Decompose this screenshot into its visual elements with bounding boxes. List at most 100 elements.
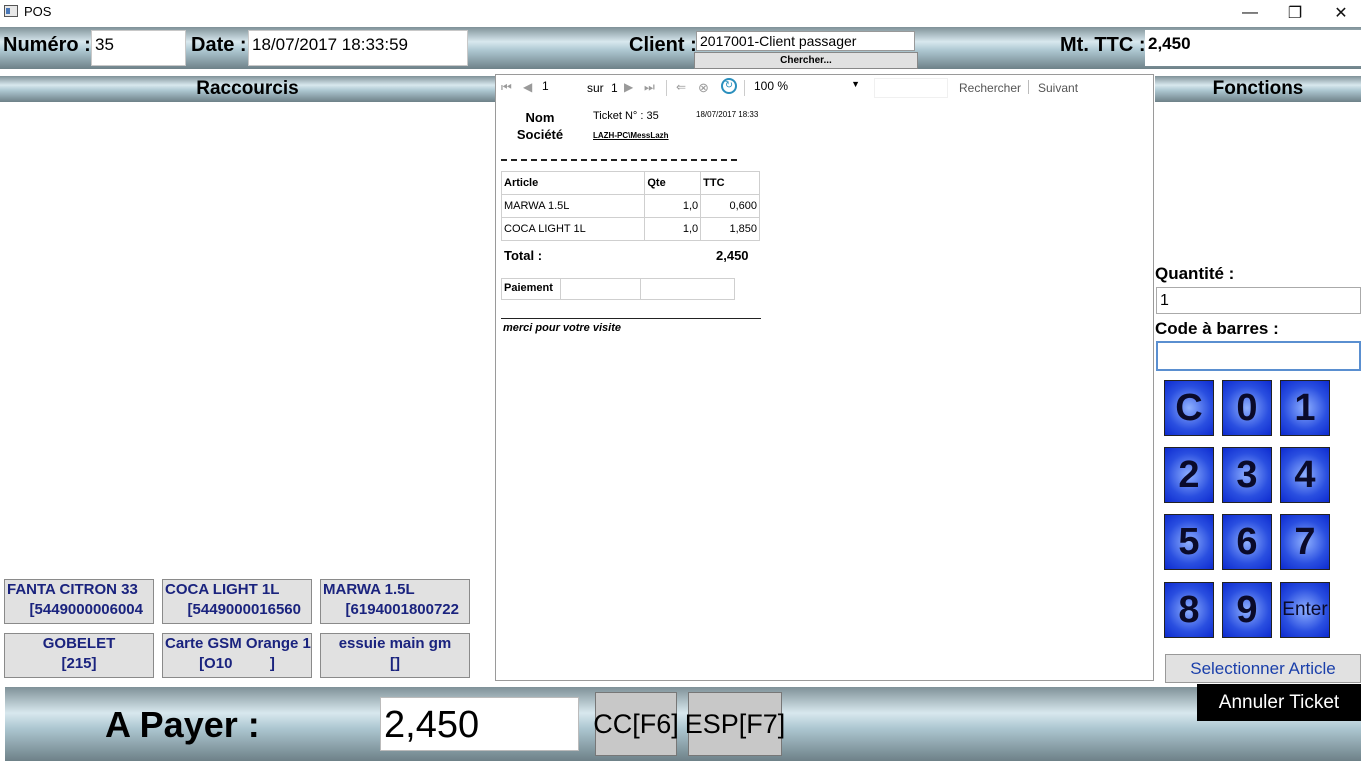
back-icon[interactable]: ⇐	[676, 80, 686, 94]
column-header: Article	[500, 171, 646, 195]
key-1-button[interactable]: 1	[1280, 380, 1330, 436]
key-c-button[interactable]: C	[1164, 380, 1214, 436]
numero-field[interactable]: 35	[91, 30, 186, 66]
barcode-input[interactable]	[1156, 341, 1361, 371]
esp-f7-button[interactable]: ESP[F7]	[685, 692, 785, 756]
key-0-button[interactable]: 0	[1222, 380, 1272, 436]
mt-ttc-field: 2,450	[1145, 30, 1361, 66]
zoom-value: 100 %	[754, 79, 789, 93]
key-7-button[interactable]: 7	[1280, 514, 1330, 570]
total-label: Total :	[504, 248, 543, 263]
refresh-icon[interactable]: ↻	[721, 78, 737, 94]
company-name: Nom Société	[506, 109, 574, 143]
shortcut-label: Carte GSM Orange 10	[165, 635, 312, 652]
shortcut-code: [6194001800722	[345, 601, 459, 618]
prev-page-icon[interactable]: ◀	[523, 80, 532, 94]
chercher-button[interactable]: Chercher...	[694, 52, 918, 69]
key-4-button[interactable]: 4	[1280, 447, 1330, 503]
close-icon[interactable]: ✕	[1318, 0, 1361, 25]
shortcut-label: COCA LIGHT 1L	[165, 581, 280, 598]
paiement-box: Paiement	[501, 278, 735, 300]
table-row: MARWA 1.5L 1,0 0,600	[500, 194, 760, 218]
raccourcis-title: Raccourcis	[0, 76, 495, 102]
column-header: Qte	[644, 171, 702, 195]
column-header: TTC	[700, 171, 760, 195]
shortcut-essuie-main[interactable]: essuie main gm []	[320, 633, 470, 678]
zoom-select[interactable]: 100 % ▼	[754, 79, 864, 97]
company-line1: Nom	[525, 110, 555, 125]
suivant-link[interactable]: Suivant	[1038, 81, 1078, 95]
first-page-icon[interactable]: ⏮	[501, 80, 512, 95]
total-pages: 1	[611, 81, 618, 95]
key-6-button[interactable]: 6	[1222, 514, 1272, 570]
ttc-cell: 0,600	[700, 194, 760, 218]
apayer-field: 2,450	[380, 697, 579, 751]
stop-icon[interactable]: ⊗	[698, 80, 709, 96]
ticket-number: Ticket N° : 35	[593, 110, 659, 122]
toolbar-divider	[1028, 80, 1029, 94]
shortcut-coca-light[interactable]: COCA LIGHT 1L [5449000016560	[162, 579, 312, 624]
numero-label: Numéro :	[3, 34, 91, 56]
shortcut-code: [O10 ]	[199, 655, 275, 672]
ttc-cell: 1,850	[700, 217, 760, 241]
date-label: Date :	[191, 34, 247, 56]
key-9-button[interactable]: 9	[1222, 582, 1272, 638]
key-8-button[interactable]: 8	[1164, 582, 1214, 638]
report-viewer: ⏮ ◀ 1 sur 1 ▶ ⏭ ⇐ ⊗ ↻ 100 % ▼ Rechercher…	[495, 74, 1154, 681]
key-2-button[interactable]: 2	[1164, 447, 1214, 503]
mt-ttc-label: Mt. TTC :	[1060, 34, 1146, 56]
paiement-label: Paiement	[502, 279, 561, 299]
ticket-footer-text: merci pour votre visite	[503, 322, 621, 334]
report-toolbar: ⏮ ◀ 1 sur 1 ▶ ⏭ ⇐ ⊗ ↻ 100 % ▼ Rechercher…	[496, 75, 1153, 101]
restore-icon[interactable]: ❐	[1272, 0, 1318, 25]
shortcut-code: [5449000016560	[187, 601, 301, 618]
ticket-date: 18/07/2017 18:33	[696, 110, 759, 119]
rechercher-link[interactable]: Rechercher	[959, 81, 1021, 95]
last-page-icon[interactable]: ⏭	[644, 80, 655, 95]
quantite-label: Quantité :	[1155, 264, 1235, 283]
select-article-button[interactable]: Selectionner Article	[1165, 654, 1361, 683]
key-3-button[interactable]: 3	[1222, 447, 1272, 503]
dashed-separator	[501, 155, 737, 161]
minimize-icon[interactable]: —	[1227, 0, 1273, 25]
footer-line	[501, 318, 761, 319]
key-5-button[interactable]: 5	[1164, 514, 1214, 570]
shortcut-marwa[interactable]: MARWA 1.5L [6194001800722	[320, 579, 470, 624]
client-field[interactable]: 2017001-Client passager	[696, 31, 915, 51]
enter-button[interactable]: Enter	[1280, 582, 1330, 638]
toolbar-divider	[666, 80, 667, 96]
ticket-user: LAZH-PC\MessLazh	[593, 131, 669, 140]
table-row: COCA LIGHT 1L 1,0 1,850	[500, 217, 760, 241]
paiement-divider	[640, 279, 641, 299]
article-cell: COCA LIGHT 1L	[500, 217, 646, 241]
shortcut-carte-gsm[interactable]: Carte GSM Orange 10 [O10 ]	[162, 633, 312, 678]
next-page-icon[interactable]: ▶	[624, 80, 633, 94]
shortcut-gobelet[interactable]: GOBELET [215]	[4, 633, 154, 678]
quantite-input[interactable]: 1	[1156, 287, 1361, 314]
article-cell: MARWA 1.5L	[500, 194, 646, 218]
date-field[interactable]: 18/07/2017 18:33:59	[248, 30, 468, 66]
annuler-ticket-button[interactable]: Annuler Ticket	[1197, 684, 1361, 721]
chevron-down-icon: ▼	[851, 79, 860, 89]
shortcut-code: [5449000006004	[29, 601, 143, 618]
shortcut-fanta-citron[interactable]: FANTA CITRON 33 [5449000006004	[4, 579, 154, 624]
shortcut-label: essuie main gm	[338, 635, 452, 652]
table-header-row: Article Qte TTC	[500, 171, 760, 195]
window-title: POS	[24, 4, 52, 19]
shortcut-label: FANTA CITRON 33	[7, 581, 138, 598]
qte-cell: 1,0	[644, 194, 702, 218]
barcode-label: Code à barres :	[1155, 319, 1279, 338]
title-bar: POS — ❐ ✕	[0, 0, 1361, 25]
page-input[interactable]: 1	[542, 79, 578, 97]
toolbar-divider	[744, 80, 745, 96]
shortcut-label: GOBELET	[42, 635, 116, 652]
cc-f6-button[interactable]: CC[F6]	[593, 692, 679, 756]
sur-label: sur	[587, 81, 604, 95]
app-icon	[4, 5, 18, 17]
search-input[interactable]	[874, 78, 948, 98]
apayer-label: A Payer :	[105, 704, 260, 745]
qte-cell: 1,0	[644, 217, 702, 241]
company-line2: Société	[516, 127, 564, 142]
ticket-table: Article Qte TTC MARWA 1.5L 1,0 0,600 COC…	[500, 171, 760, 241]
shortcut-label: MARWA 1.5L	[323, 581, 415, 598]
